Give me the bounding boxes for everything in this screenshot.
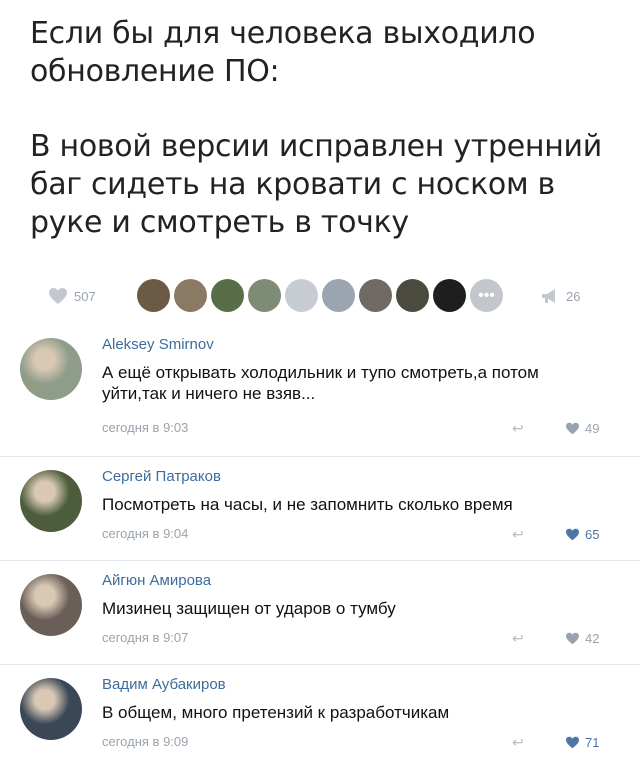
post-share-count: 26: [566, 288, 581, 304]
comment-author-name[interactable]: Сергей Патраков: [102, 468, 221, 485]
reply-icon[interactable]: ↩: [512, 420, 524, 437]
liker-avatar[interactable]: [433, 279, 466, 312]
liker-avatar[interactable]: [322, 279, 355, 312]
post-like-button[interactable]: 507: [48, 287, 96, 305]
comment-like-button[interactable]: 65: [565, 527, 599, 542]
heart-icon: [566, 528, 579, 541]
liked-by-avatars[interactable]: •••: [137, 279, 503, 312]
comment-timestamp[interactable]: сегодня в 9:03: [102, 420, 188, 435]
comment-item: Aleksey Smirnov А ещё открывать холодиль…: [0, 328, 640, 456]
comment-like-count: 71: [585, 735, 600, 750]
liker-avatar[interactable]: [396, 279, 429, 312]
comment-like-button[interactable]: 49: [565, 421, 599, 436]
comment-like-count: 42: [585, 631, 600, 646]
post-stats-bar: 507 ••• 26: [0, 275, 640, 319]
divider: [0, 456, 640, 457]
comment-text: Посмотреть на часы, и не запомнить сколь…: [102, 495, 513, 514]
liker-avatar[interactable]: [248, 279, 281, 312]
comment-text: В общем, много претензий к разработчикам: [102, 703, 450, 722]
comment-timestamp[interactable]: сегодня в 9:07: [102, 630, 188, 645]
post-header-text: Если бы для человека выходило обновление…: [30, 16, 536, 89]
post-body-text: В новой версии исправлен утренний баг си…: [30, 129, 602, 240]
more-likers-icon[interactable]: •••: [470, 279, 503, 312]
liker-avatar[interactable]: [174, 279, 207, 312]
post-share-button[interactable]: 26: [540, 287, 580, 305]
reply-icon[interactable]: ↩: [512, 734, 524, 751]
megaphone-icon: [542, 289, 555, 303]
comment-like-button[interactable]: 71: [565, 735, 599, 750]
liker-avatar[interactable]: [285, 279, 318, 312]
comment-like-button[interactable]: 42: [565, 631, 599, 646]
liker-avatar[interactable]: [359, 279, 392, 312]
comment-item: Сергей Патраков Посмотреть на часы, и не…: [0, 460, 640, 560]
comment-item: Айгюн Амирова Мизинец защищен от ударов …: [0, 564, 640, 664]
avatar[interactable]: [20, 574, 82, 636]
divider: [0, 664, 640, 665]
heart-icon: [566, 632, 579, 645]
reply-icon[interactable]: ↩: [512, 526, 524, 543]
comment-timestamp[interactable]: сегодня в 9:09: [102, 734, 188, 749]
comment-like-count: 65: [585, 527, 600, 542]
reply-icon[interactable]: ↩: [512, 630, 524, 647]
comment-author-name[interactable]: Айгюн Амирова: [102, 572, 211, 589]
heart-icon: [566, 736, 579, 749]
comment-timestamp[interactable]: сегодня в 9:04: [102, 526, 188, 541]
avatar[interactable]: [20, 678, 82, 740]
heart-icon: [566, 422, 579, 435]
liker-avatar[interactable]: [137, 279, 170, 312]
comment-author-name[interactable]: Вадим Аубакиров: [102, 676, 226, 693]
comment-like-count: 49: [585, 421, 600, 436]
post-like-count: 507: [74, 288, 96, 304]
liker-avatar[interactable]: [211, 279, 244, 312]
avatar[interactable]: [20, 338, 82, 400]
heart-icon: [49, 288, 67, 304]
comment-text: А ещё открывать холодильник и тупо смотр…: [102, 363, 539, 403]
divider: [0, 560, 640, 561]
avatar[interactable]: [20, 470, 82, 532]
comment-item: Вадим Аубакиров В общем, много претензий…: [0, 668, 640, 763]
comment-text: Мизинец защищен от ударов о тумбу: [102, 599, 396, 618]
comment-author-name[interactable]: Aleksey Smirnov: [102, 336, 214, 353]
